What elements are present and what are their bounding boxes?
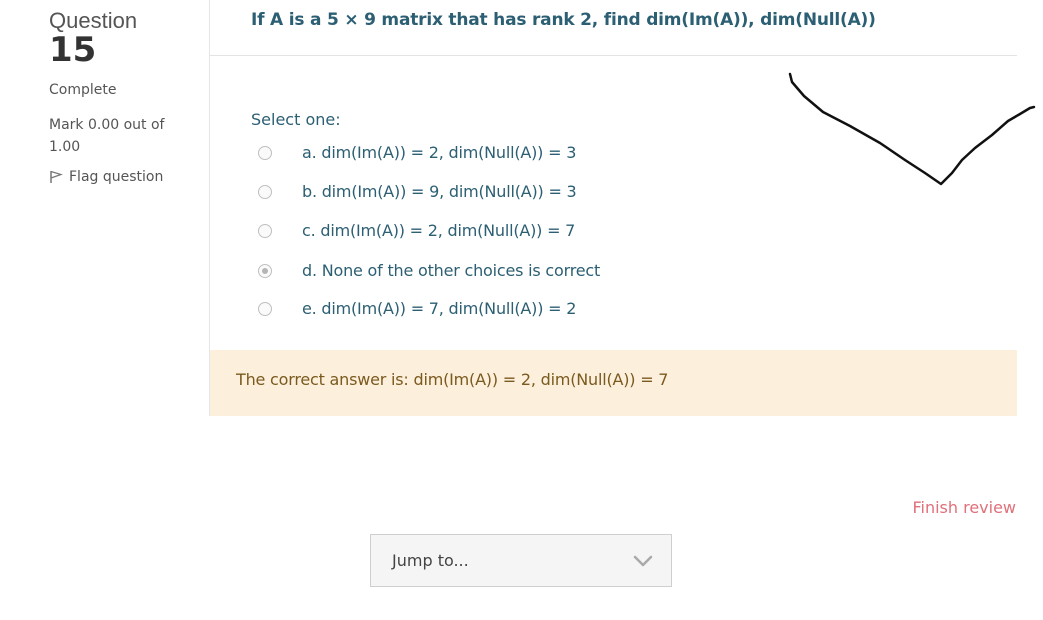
jump-to-label: Jump to... — [392, 551, 469, 570]
finish-review-link[interactable]: Finish review — [912, 498, 1016, 517]
handwritten-checkmark — [788, 72, 1036, 186]
jump-to-select[interactable]: Jump to... — [370, 534, 672, 587]
chevron-down-icon — [633, 555, 653, 567]
